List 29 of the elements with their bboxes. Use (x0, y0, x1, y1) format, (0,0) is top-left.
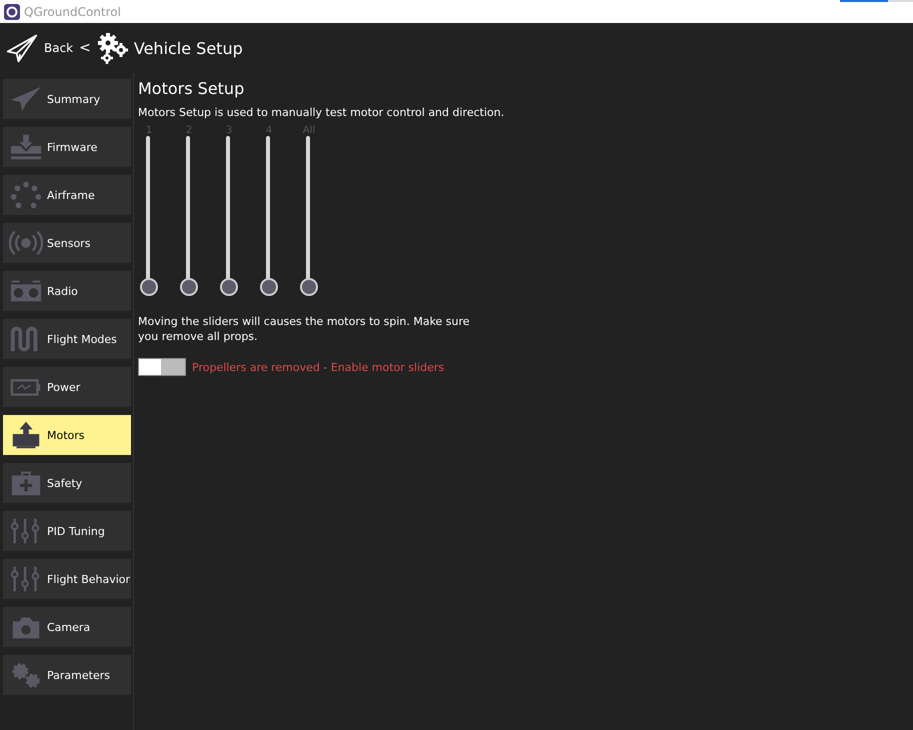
window-title: QGroundControl (24, 4, 121, 18)
paper-plane-icon[interactable] (6, 33, 38, 63)
toggle-switch[interactable] (138, 358, 186, 376)
sidebar-item[interactable]: Camera (3, 607, 131, 647)
section-title: Motors Setup (138, 79, 246, 98)
page-title: Vehicle Setup (134, 38, 243, 58)
sidebar-item[interactable]: Motors (3, 415, 131, 455)
dots-circle-icon (9, 180, 43, 210)
sidebar-item[interactable]: Airframe (3, 175, 131, 215)
sidebar-item[interactable]: Flight Behavior (3, 559, 131, 599)
warning-text: Moving the sliders will causes the motors to spin. Make sure you remove all props. (138, 314, 471, 344)
sidebar-item[interactable]: PID Tuning (3, 511, 131, 551)
signal-icon (9, 228, 43, 258)
app-logo-icon (4, 4, 20, 20)
breadcrumb-separator: < (79, 40, 91, 56)
description-text: Motors Setup is used to manually test motor control and direction. (138, 106, 504, 119)
sidebar-item[interactable]: Power (3, 367, 131, 407)
sidebar-item[interactable]: Summary (3, 79, 131, 119)
paper-plane-icon (9, 84, 43, 114)
sidebar-item[interactable]: Sensors (3, 223, 131, 263)
switch-label[interactable]: Propellers are removed - Enable motor sliders (192, 360, 444, 374)
sidebar-item[interactable]: Parameters (3, 655, 131, 695)
download-icon (9, 132, 43, 162)
sidebar-item[interactable]: Safety (3, 463, 131, 503)
back-link[interactable]: Back (44, 41, 74, 55)
sidebar-item[interactable]: Flight Modes (3, 319, 131, 359)
gears-icon (96, 32, 130, 64)
sidebar-item[interactable]: Firmware (3, 127, 131, 167)
sidebar-item[interactable]: Radio (3, 271, 131, 311)
